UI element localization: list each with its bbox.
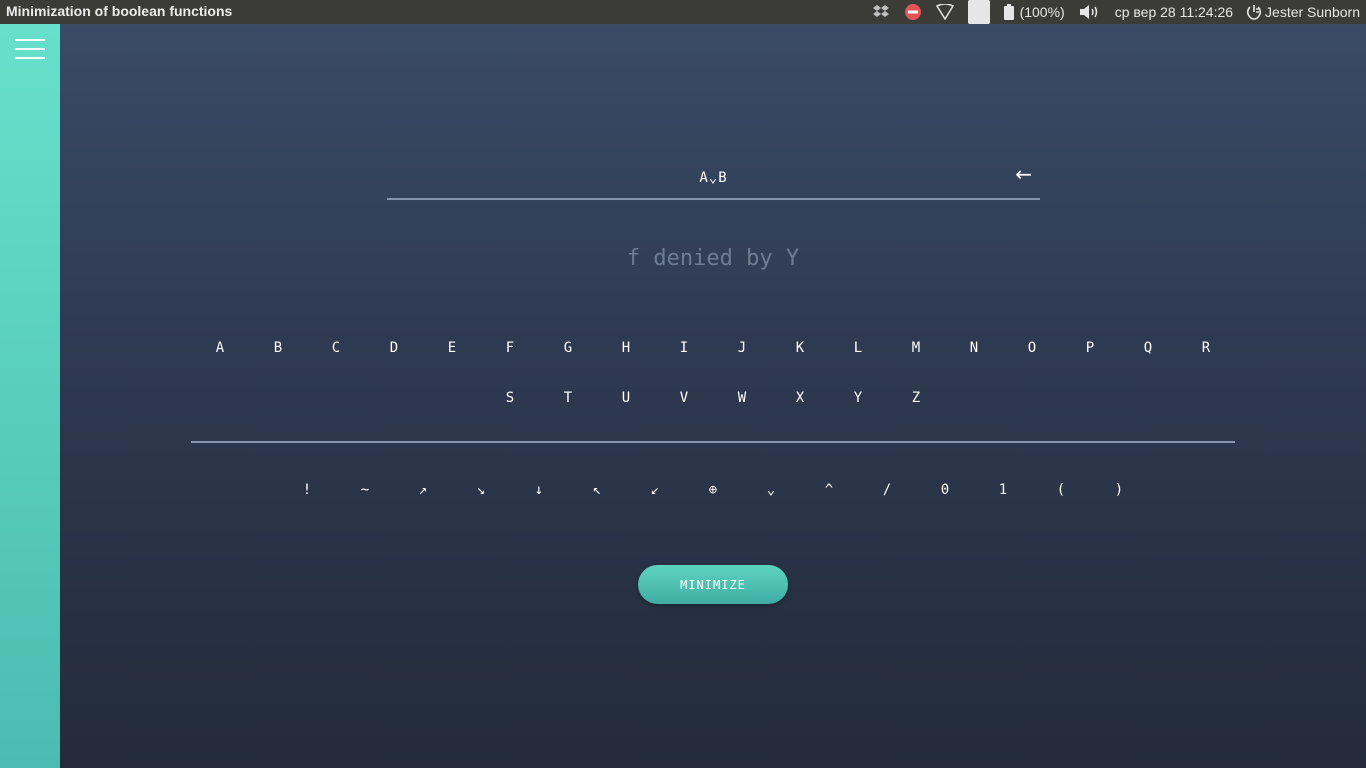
result-text: f denied by Y xyxy=(626,246,800,271)
window-title: Minimization of boolean functions xyxy=(6,3,233,19)
hamburger-menu-icon[interactable] xyxy=(15,39,45,59)
minimize-button[interactable]: MINIMIZE xyxy=(638,565,788,604)
letter-key-14[interactable]: O xyxy=(1012,333,1052,363)
letter-key-0[interactable]: A xyxy=(200,333,240,363)
operator-key-4[interactable]: ↓ xyxy=(519,475,559,505)
battery-percentage: (100%) xyxy=(1019,4,1065,20)
letter-key-15[interactable]: P xyxy=(1070,333,1110,363)
keyboard-divider xyxy=(191,441,1235,443)
dropbox-icon[interactable] xyxy=(872,0,890,24)
letter-key-row2-0[interactable]: S xyxy=(490,383,530,413)
clock-datetime[interactable]: ср вер 28 11:24:26 xyxy=(1115,0,1233,24)
wifi-icon[interactable] xyxy=(936,0,955,24)
letter-key-8[interactable]: I xyxy=(664,333,704,363)
operator-key-1[interactable]: ~ xyxy=(345,475,385,505)
letter-key-13[interactable]: N xyxy=(954,333,994,363)
letter-key-row2-6[interactable]: Y xyxy=(838,383,878,413)
system-top-bar: Minimization of boolean functions En (10… xyxy=(0,0,1366,24)
letter-key-6[interactable]: G xyxy=(548,333,588,363)
letter-key-5[interactable]: F xyxy=(490,333,530,363)
operator-key-8[interactable]: ⌄ xyxy=(751,475,791,505)
expression-text: A⌄B xyxy=(699,170,728,186)
operator-key-12[interactable]: 1 xyxy=(983,475,1023,505)
letter-key-7[interactable]: H xyxy=(606,333,646,363)
system-tray: En (100%) ср вер 28 11:24:26 Jester Sunb… xyxy=(872,0,1366,24)
operator-key-5[interactable]: ↖ xyxy=(577,475,617,505)
letter-key-10[interactable]: K xyxy=(780,333,820,363)
letter-key-row2-2[interactable]: U xyxy=(606,383,646,413)
stop-icon[interactable] xyxy=(904,0,922,24)
letter-key-2[interactable]: C xyxy=(316,333,356,363)
power-icon[interactable] xyxy=(1247,0,1262,24)
operator-key-13[interactable]: ( xyxy=(1041,475,1081,505)
letter-key-row2-3[interactable]: V xyxy=(664,383,704,413)
letter-key-9[interactable]: J xyxy=(722,333,762,363)
operator-key-10[interactable]: / xyxy=(867,475,907,505)
volume-icon[interactable] xyxy=(1079,0,1101,24)
operator-key-9[interactable]: ^ xyxy=(809,475,849,505)
letter-key-12[interactable]: M xyxy=(896,333,936,363)
operator-key-14[interactable]: ) xyxy=(1099,475,1139,505)
letter-key-row2-1[interactable]: T xyxy=(548,383,588,413)
battery-icon[interactable] xyxy=(1003,0,1014,24)
operator-key-6[interactable]: ↙ xyxy=(635,475,675,505)
user-name[interactable]: Jester Sunborn xyxy=(1265,0,1360,24)
letter-key-3[interactable]: D xyxy=(374,333,414,363)
letter-key-17[interactable]: R xyxy=(1186,333,1226,363)
operator-key-0[interactable]: ! xyxy=(287,475,327,505)
letter-key-1[interactable]: B xyxy=(258,333,298,363)
operator-key-11[interactable]: 0 xyxy=(925,475,965,505)
letter-key-16[interactable]: Q xyxy=(1128,333,1168,363)
letter-key-row2-5[interactable]: X xyxy=(780,383,820,413)
letter-key-row2-4[interactable]: W xyxy=(722,383,762,413)
letter-key-row2-7[interactable]: Z xyxy=(896,383,936,413)
backspace-arrow-icon[interactable]: ← xyxy=(1015,162,1032,186)
operator-key-2[interactable]: ↗ xyxy=(403,475,443,505)
letter-key-4[interactable]: E xyxy=(432,333,472,363)
letter-key-11[interactable]: L xyxy=(838,333,878,363)
main-panel: A⌄B ← f denied by Y ABCDEFGHIJKLMNOPQR S… xyxy=(60,24,1366,768)
keyboard-language-indicator[interactable]: En xyxy=(968,0,990,24)
operator-key-7[interactable]: ⊕ xyxy=(693,475,733,505)
sidebar xyxy=(0,24,60,768)
expression-input[interactable]: A⌄B ← xyxy=(387,156,1040,200)
operator-key-3[interactable]: ↘ xyxy=(461,475,501,505)
